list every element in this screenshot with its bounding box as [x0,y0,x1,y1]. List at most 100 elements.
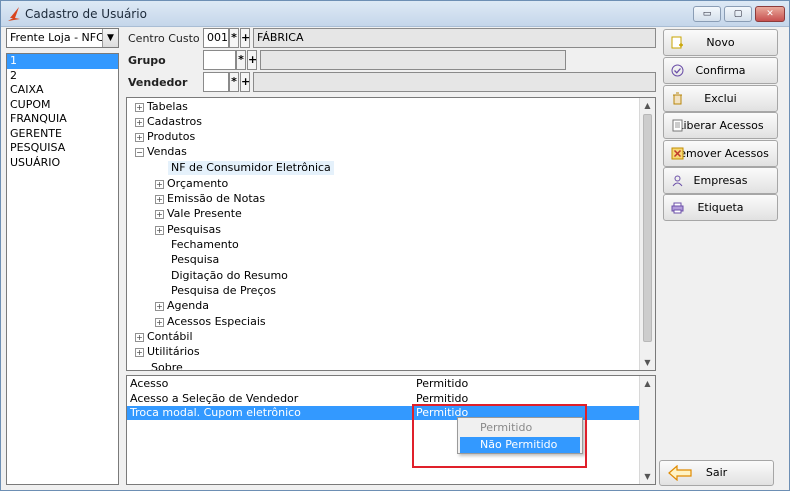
user-filter-select[interactable]: Frente Loja - NFC-e ▼ [6,28,119,48]
chevron-down-icon[interactable]: ▼ [102,29,118,47]
list-item[interactable]: FRANQUIA [7,112,118,127]
list-item[interactable]: PESQUISA [7,141,118,156]
expand-icon[interactable]: + [155,209,164,219]
app-logo-icon [8,7,20,21]
permission-name: Acesso [130,377,169,390]
list-item[interactable]: CAIXA [7,83,118,98]
centro-custo-lookup-button[interactable]: * [229,28,239,48]
user-list[interactable]: 1 2 CAIXA CUPOM FRANQUIA GERENTE PESQUIS… [6,53,119,485]
tree-node-nf-consumidor[interactable]: NF de Consumidor Eletrônica [168,161,334,175]
maximize-button[interactable]: ▢ [724,6,752,22]
highlight-box [412,404,587,468]
tree-node-fechamento[interactable]: Fechamento [171,238,239,252]
novo-button[interactable]: Novo [663,29,778,56]
tree-node-label: Contábil [147,330,193,343]
tree-node-pesquisa[interactable]: Pesquisa [171,253,219,267]
tree-node-acessos-especiais[interactable]: + Acessos Especiais [155,315,266,329]
tree-node-label: Pesquisas [167,223,221,236]
expand-icon[interactable]: + [155,317,164,327]
grupo-lookup-button[interactable]: * [236,50,246,70]
tree-node-label: Utilitários [147,345,200,358]
expand-icon[interactable]: + [155,301,164,311]
grupo-code-field[interactable] [203,50,236,70]
expand-icon[interactable]: + [135,332,144,342]
exclui-button[interactable]: Exclui [663,85,778,112]
sair-label: Sair [705,466,728,479]
confirma-label: Confirma [695,64,746,77]
tree-node-vale-presente[interactable]: + Vale Presente [155,207,242,221]
tree-node-label: Vale Presente [167,207,242,220]
list-item[interactable]: 1 [7,54,118,69]
expand-icon[interactable]: + [135,347,144,357]
liberar-acessos-label: Liberar Acessos [677,119,764,132]
tree-node-emissao-notas[interactable]: + Emissão de Notas [155,192,265,206]
tree-node-cadastros[interactable]: + Cadastros [135,115,202,129]
tree-node-label: Emissão de Notas [167,192,266,205]
tree-node-sobre[interactable]: Sobre [151,361,183,370]
minimize-button[interactable]: ▭ [693,6,721,22]
tree-node-tabelas[interactable]: + Tabelas [135,100,188,114]
expand-icon[interactable]: + [135,117,144,127]
remover-acessos-button[interactable]: Remover Acessos [663,140,778,167]
grupo-add-button[interactable]: + [247,50,257,70]
table-row[interactable]: Acesso Permitido [127,377,640,391]
expand-icon[interactable]: + [135,102,144,112]
vendedor-label: Vendedor [128,76,188,89]
list-item[interactable]: CUPOM [7,98,118,113]
tree-node-digitacao-resumo[interactable]: Digitação do Resumo [171,269,288,283]
vendedor-name-field [253,72,656,92]
vendedor-add-button[interactable]: + [240,72,250,92]
list-item[interactable]: USUÁRIO [7,156,118,171]
tree-node-label: Tabelas [147,100,188,113]
scroll-up-icon[interactable]: ▲ [640,98,655,113]
scroll-thumb[interactable] [643,114,652,342]
remove-access-icon [671,147,684,160]
vendedor-code-field[interactable] [203,72,229,92]
tree-node-label: Orçamento [167,177,229,190]
etiqueta-button[interactable]: Etiqueta [663,194,778,221]
tree-node-orcamento[interactable]: + Orçamento [155,177,228,191]
collapse-icon[interactable]: − [135,147,144,157]
liberar-acessos-button[interactable]: Liberar Acessos [663,112,778,139]
tree-node-utilitarios[interactable]: + Utilitários [135,345,200,359]
tree-node-agenda[interactable]: + Agenda [155,299,209,313]
tree-node-vendas[interactable]: − Vendas [135,145,187,159]
novo-label: Novo [706,36,735,49]
tree-node-contabil[interactable]: + Contábil [135,330,193,344]
grupo-name-field [260,50,566,70]
menu-tree[interactable]: + Tabelas + Cadastros + Produtos − Vendas NF… [126,97,656,371]
centro-custo-name-field: FÁBRICA [253,28,656,48]
exclui-label: Exclui [704,92,737,105]
close-button[interactable]: ✕ [755,6,785,22]
centro-custo-add-button[interactable]: + [240,28,250,48]
scroll-down-icon[interactable]: ▼ [640,469,655,484]
grid-scrollbar[interactable]: ▲ ▼ [639,376,655,484]
tree-node-label: Produtos [147,130,196,143]
tree-node-label: Acessos Especiais [167,315,266,328]
scroll-down-icon[interactable]: ▼ [640,355,655,370]
tree-node-produtos[interactable]: + Produtos [135,130,195,144]
permission-value[interactable]: Permitido [416,377,468,391]
window-title: Cadastro de Usuário [25,7,147,21]
user-filter-value: Frente Loja - NFC-e [10,31,115,44]
scroll-up-icon[interactable]: ▲ [640,376,655,391]
confirma-button[interactable]: Confirma [663,57,778,84]
tree-node-pesquisas[interactable]: + Pesquisas [155,223,221,237]
expand-icon[interactable]: + [155,179,164,189]
sair-button[interactable]: Sair [659,460,774,486]
tree-node-pesquisa-precos[interactable]: Pesquisa de Preços [171,284,276,298]
permission-name: Troca modal. Cupom eletrônico [130,406,301,419]
tree-node-label: Vendas [147,145,187,158]
expand-icon[interactable]: + [155,225,164,235]
grupo-label: Grupo [128,54,166,67]
tree-node-label: Agenda [167,299,209,312]
vendedor-lookup-button[interactable]: * [229,72,239,92]
centro-custo-code-field[interactable]: 001 [203,28,229,48]
list-item[interactable]: GERENTE [7,127,118,142]
expand-icon[interactable]: + [135,132,144,142]
tree-scrollbar[interactable]: ▲ ▼ [639,98,655,370]
empresas-button[interactable]: Empresas [663,167,778,194]
list-item[interactable]: 2 [7,69,118,84]
company-user-icon [672,175,683,187]
expand-icon[interactable]: + [155,194,164,204]
